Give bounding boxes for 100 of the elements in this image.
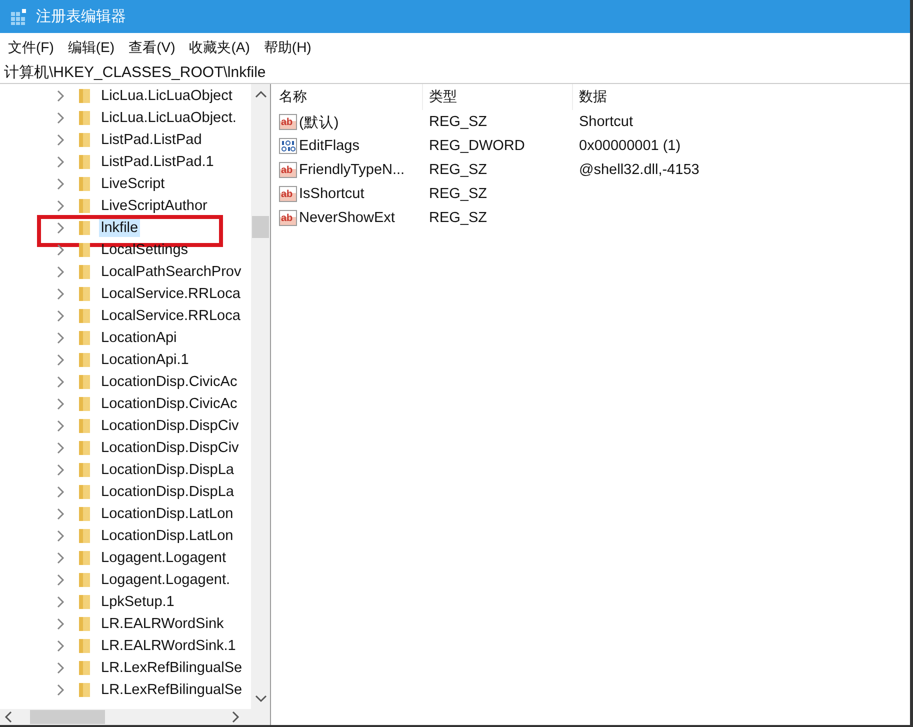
- expand-chevron-icon[interactable]: [57, 178, 65, 190]
- expand-chevron-icon[interactable]: [57, 420, 65, 432]
- folder-icon: [77, 418, 93, 434]
- scroll-left-icon[interactable]: [4, 711, 14, 723]
- expand-chevron-icon[interactable]: [57, 354, 65, 366]
- expand-chevron-icon[interactable]: [57, 112, 65, 124]
- tree-item[interactable]: ListPad.ListPad: [99, 131, 204, 149]
- expand-chevron-icon[interactable]: [57, 574, 65, 586]
- tree-item[interactable]: LocationDisp.CivicAc: [99, 373, 240, 391]
- expand-chevron-icon[interactable]: [57, 288, 65, 300]
- tree-item[interactable]: LiveScript: [99, 175, 167, 193]
- tree-item[interactable]: LocationDisp.DispCiv: [99, 439, 241, 457]
- value-data: Shortcut: [578, 113, 634, 132]
- string-value-icon: ab: [279, 161, 297, 179]
- scrollbar-thumb[interactable]: [30, 710, 104, 724]
- value-name[interactable]: NeverShowExt: [299, 210, 395, 226]
- expand-chevron-icon[interactable]: [57, 684, 65, 696]
- tree-item[interactable]: LpkSetup.1: [99, 593, 176, 611]
- tree-item[interactable]: Logagent.Logagent.: [99, 571, 232, 589]
- folder-icon: [77, 154, 93, 170]
- expand-chevron-icon[interactable]: [57, 442, 65, 454]
- expand-chevron-icon[interactable]: [57, 200, 65, 212]
- string-value-icon: ab: [279, 185, 297, 203]
- menu-item[interactable]: 收藏夹(A): [189, 39, 250, 57]
- folder-icon: [77, 374, 93, 390]
- expand-chevron-icon[interactable]: [57, 376, 65, 388]
- value-type: REG_SZ: [428, 185, 488, 204]
- tree-item[interactable]: LR.LexRefBilingualSe: [99, 681, 244, 699]
- scroll-down-icon[interactable]: [254, 693, 266, 703]
- column-header[interactable]: 名称: [277, 84, 423, 110]
- string-value-icon: ab: [279, 209, 297, 227]
- expand-chevron-icon[interactable]: [57, 244, 65, 256]
- expand-chevron-icon[interactable]: [57, 222, 65, 234]
- tree-item[interactable]: LocationDisp.DispCiv: [99, 417, 241, 435]
- folder-icon: [77, 330, 93, 346]
- binary-value-icon: [279, 137, 297, 155]
- column-header[interactable]: 数据: [577, 84, 906, 110]
- value-name[interactable]: EditFlags: [299, 138, 360, 154]
- tree-item[interactable]: LocationApi.1: [99, 351, 191, 369]
- value-data: 0x00000001 (1): [578, 137, 682, 156]
- tree-item[interactable]: LR.EALRWordSink: [99, 615, 226, 633]
- tree-item[interactable]: Logagent.Logagent: [99, 549, 228, 567]
- menu-item[interactable]: 帮助(H): [264, 39, 312, 57]
- menu-item[interactable]: 查看(V): [128, 39, 176, 57]
- tree-item[interactable]: LiveScriptAuthor: [99, 197, 210, 215]
- expand-chevron-icon[interactable]: [57, 596, 65, 608]
- tree-item[interactable]: LocalService.RRLoca: [99, 307, 242, 325]
- folder-icon: [77, 264, 93, 280]
- column-header[interactable]: 类型: [427, 84, 573, 110]
- folder-icon: [77, 440, 93, 456]
- expand-chevron-icon[interactable]: [57, 464, 65, 476]
- expand-chevron-icon[interactable]: [57, 266, 65, 278]
- folder-icon: [77, 594, 93, 610]
- expand-chevron-icon[interactable]: [57, 134, 65, 146]
- tree-item[interactable]: LocationDisp.CivicAc: [99, 395, 240, 413]
- tree-item[interactable]: LocationDisp.DispLa: [99, 461, 236, 479]
- value-name[interactable]: (默认): [299, 112, 339, 132]
- scrollbar-thumb[interactable]: [252, 216, 269, 238]
- expand-chevron-icon[interactable]: [57, 332, 65, 344]
- folder-icon: [77, 88, 93, 104]
- tree-item[interactable]: LocalPathSearchProv: [99, 263, 244, 281]
- tree-item[interactable]: lnkfile: [99, 219, 140, 237]
- expand-chevron-icon[interactable]: [57, 640, 65, 652]
- folder-icon: [77, 462, 93, 478]
- tree-item[interactable]: LocationDisp.DispLa: [99, 483, 236, 501]
- folder-icon: [77, 506, 93, 522]
- value-name[interactable]: IsShortcut: [299, 186, 364, 202]
- expand-chevron-icon[interactable]: [57, 310, 65, 322]
- folder-icon: [77, 484, 93, 500]
- expand-chevron-icon[interactable]: [57, 156, 65, 168]
- folder-icon: [77, 198, 93, 214]
- value-name[interactable]: FriendlyTypeN...: [299, 162, 405, 178]
- tree-item[interactable]: LocationDisp.LatLon: [99, 527, 236, 545]
- address-bar[interactable]: 计算机\HKEY_CLASSES_ROOT\lnkfile: [0, 61, 910, 84]
- expand-chevron-icon[interactable]: [57, 486, 65, 498]
- tree-item[interactable]: ListPad.ListPad.1: [99, 153, 216, 171]
- tree-item[interactable]: LR.EALRWordSink.1: [99, 637, 238, 655]
- tree-item[interactable]: LocationApi: [99, 329, 179, 347]
- menu-item[interactable]: 编辑(E): [68, 39, 115, 57]
- scroll-right-icon[interactable]: [230, 711, 240, 723]
- expand-chevron-icon[interactable]: [57, 90, 65, 102]
- tree-item[interactable]: LocalService.RRLoca: [99, 285, 242, 303]
- tree-item[interactable]: LocationDisp.LatLon: [99, 505, 236, 523]
- tree-item[interactable]: LicLua.LicLuaObject.: [99, 109, 238, 127]
- tree-item[interactable]: LocalSettings: [99, 241, 190, 259]
- value-type: REG_SZ: [428, 161, 488, 180]
- scroll-up-icon[interactable]: [254, 90, 266, 100]
- expand-chevron-icon[interactable]: [57, 552, 65, 564]
- registry-grid-icon: [10, 8, 28, 26]
- folder-icon: [77, 638, 93, 654]
- expand-chevron-icon[interactable]: [57, 662, 65, 674]
- folder-icon: [77, 682, 93, 698]
- expand-chevron-icon[interactable]: [57, 530, 65, 542]
- tree-item[interactable]: LicLua.LicLuaObject: [99, 87, 234, 105]
- expand-chevron-icon[interactable]: [57, 508, 65, 520]
- value-data: @shell32.dll,-4153: [578, 161, 700, 180]
- expand-chevron-icon[interactable]: [57, 618, 65, 630]
- tree-item[interactable]: LR.LexRefBilingualSe: [99, 659, 244, 677]
- menu-item[interactable]: 文件(F): [8, 39, 54, 57]
- expand-chevron-icon[interactable]: [57, 398, 65, 410]
